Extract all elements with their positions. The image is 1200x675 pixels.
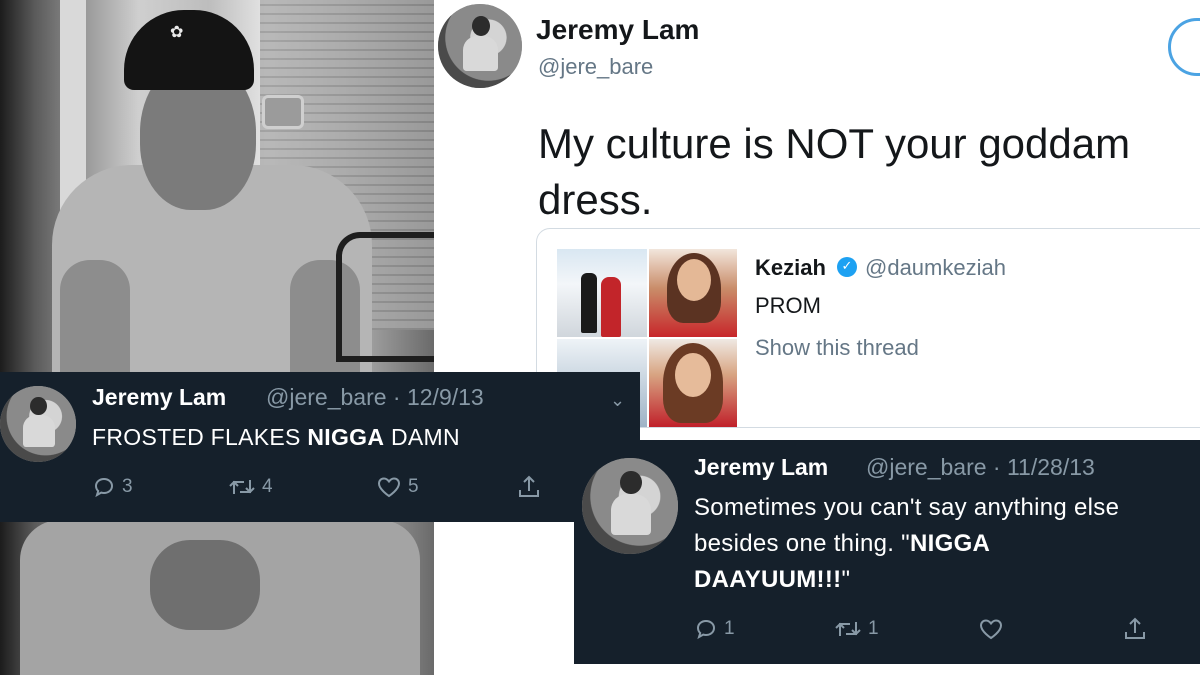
person-hands	[150, 540, 260, 630]
person-cap	[124, 10, 254, 90]
profile-photo-avatar[interactable]	[0, 386, 76, 462]
author-name[interactable]: Jeremy Lam	[694, 454, 828, 481]
author-name[interactable]: Jeremy Lam	[92, 384, 226, 411]
prom-photo-couple[interactable]	[557, 249, 647, 337]
share-button[interactable]	[516, 474, 542, 500]
author-name[interactable]: Jeremy Lam	[536, 14, 699, 46]
reply-count: 1	[724, 618, 735, 639]
show-thread-link[interactable]: Show this thread	[755, 335, 919, 361]
follow-button[interactable]	[1168, 18, 1200, 76]
profile-photo-avatar[interactable]	[438, 4, 522, 88]
retweet-icon	[229, 480, 255, 494]
like-button[interactable]: 5	[376, 476, 419, 498]
share-icon	[1125, 617, 1145, 639]
retweet-button[interactable]: 1	[834, 618, 879, 640]
prom-photo-portrait[interactable]	[649, 249, 737, 337]
heart-icon	[979, 619, 1003, 640]
cap-logo-icon: ✿	[170, 22, 184, 41]
author-handle-date[interactable]: @jere_bare · 11/28/13	[866, 454, 1095, 481]
heart-icon	[377, 477, 401, 498]
old-tweet-card-2: Jeremy Lam @jere_bare · 11/28/13 Sometim…	[574, 440, 1200, 664]
old-tweet-card-1: Jeremy Lam @jere_bare · 12/9/13 ⌄ FROSTE…	[0, 372, 640, 522]
chair-rail	[336, 232, 434, 362]
tweet-text: Sometimes you can't say anything else be…	[694, 490, 1200, 598]
author-handle[interactable]: @jere_bare	[538, 54, 653, 80]
tweet-text: FROSTED FLAKES NIGGA DAMN	[92, 424, 460, 451]
tweet-text-line1: Sometimes you can't say anything else	[694, 494, 1120, 521]
tweet-text-bold: NIGGA	[910, 530, 991, 557]
tweet-text: My culture is NOT your goddam dress.	[538, 116, 1198, 228]
retweet-button[interactable]: 4	[228, 476, 273, 498]
reply-count: 3	[122, 476, 133, 497]
background-photo: ✿	[0, 0, 434, 675]
tweet-text-part: besides one thing. "	[694, 530, 910, 557]
tweet-text-line3: DAAYUUM!!!"	[694, 562, 1200, 598]
share-button[interactable]	[1122, 616, 1148, 642]
tweet-text-part: "	[841, 566, 851, 593]
chevron-down-icon[interactable]: ⌄	[610, 390, 625, 411]
verified-badge-icon: ✓	[837, 257, 857, 277]
tweet-text-part: DAMN	[384, 424, 460, 450]
tweet-text-line2: besides one thing. "NIGGA	[694, 526, 1200, 562]
retweet-count: 4	[262, 476, 273, 497]
tweet-text-line1: My culture is NOT your goddam	[538, 120, 1131, 167]
tweet-text-line2: dress.	[538, 176, 653, 223]
tweet-text-bold: DAAYUUM!!!	[694, 566, 842, 593]
retweet-count: 1	[868, 618, 879, 639]
profile-photo-avatar[interactable]	[582, 458, 678, 554]
quoted-author-handle[interactable]: @daumkeziah	[865, 255, 1006, 281]
reply-icon	[696, 619, 716, 640]
retweet-icon	[835, 622, 861, 636]
like-count: 5	[408, 476, 419, 497]
share-icon	[519, 475, 539, 497]
quoted-tweet-text: PROM	[755, 293, 821, 318]
like-button[interactable]	[978, 618, 1010, 640]
tweet-text-bold: NIGGA	[307, 424, 385, 450]
reply-icon	[94, 477, 114, 498]
prom-photo-closeup[interactable]	[649, 339, 737, 427]
tweet-text-part: FROSTED FLAKES	[92, 424, 308, 450]
quoted-author-name[interactable]: Keziah	[755, 255, 826, 281]
door-handle	[262, 95, 304, 129]
reply-button[interactable]: 1	[694, 618, 735, 640]
author-handle-date[interactable]: @jere_bare · 12/9/13	[266, 384, 484, 411]
reply-button[interactable]: 3	[92, 476, 133, 498]
